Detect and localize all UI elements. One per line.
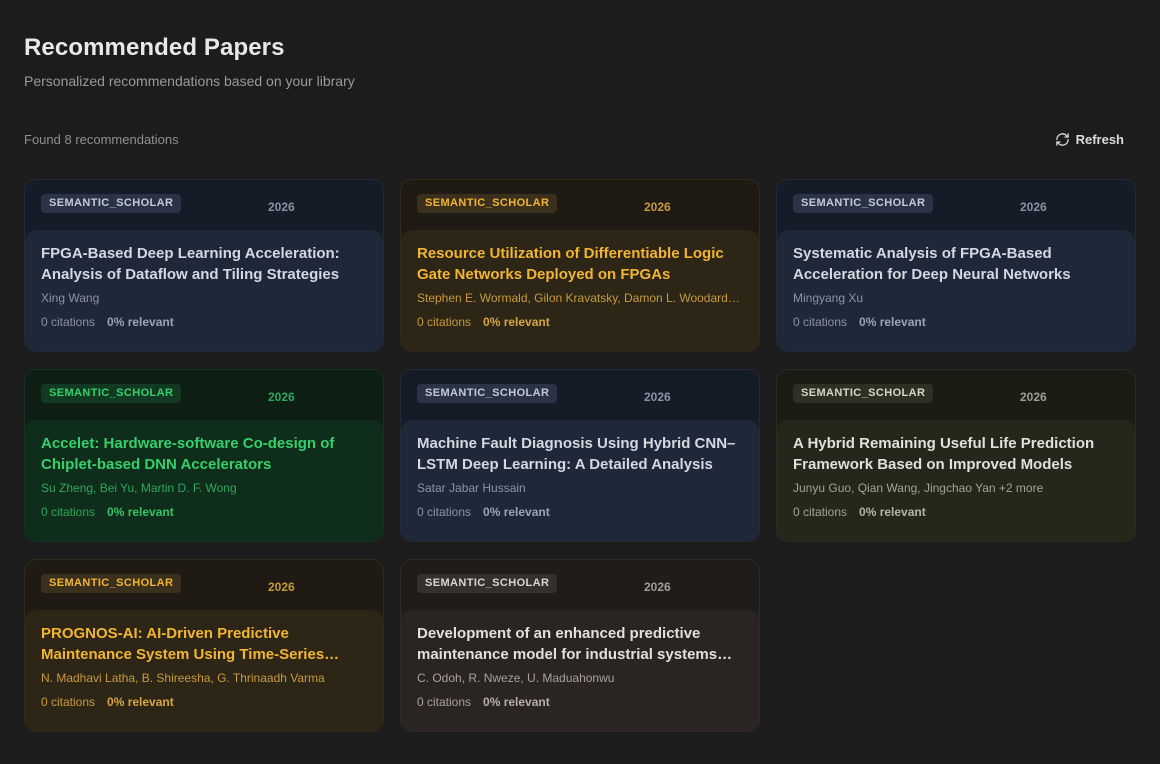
citation-count: 0 citations bbox=[41, 315, 96, 329]
paper-card[interactable]: SEMANTIC_SCHOLAR 2026 Systematic Analysi… bbox=[776, 179, 1136, 352]
paper-authors: Mingyang Xu bbox=[793, 291, 864, 305]
paper-title[interactable]: FPGA-Based Deep Learning Acceleration: A… bbox=[41, 243, 367, 285]
source-badge: SEMANTIC_SCHOLAR bbox=[41, 194, 182, 213]
results-count: Found 8 recommendations bbox=[24, 132, 179, 147]
relevance-score: 0% relevant bbox=[859, 505, 926, 519]
paper-year: 2026 bbox=[268, 200, 295, 214]
card-body: Accelet: Hardware-software Co-design of … bbox=[25, 420, 383, 541]
relevance-score: 0% relevant bbox=[483, 315, 550, 329]
paper-card[interactable]: SEMANTIC_SCHOLAR 2026 Accelet: Hardware-… bbox=[24, 369, 384, 542]
source-badge: SEMANTIC_SCHOLAR bbox=[793, 384, 934, 403]
card-body: PROGNOS-AI: AI-Driven Predictive Mainten… bbox=[25, 610, 383, 731]
paper-title[interactable]: Machine Fault Diagnosis Using Hybrid CNN… bbox=[417, 433, 743, 475]
paper-authors: Junyu Guo, Qian Wang, Jingchao Yan +2 mo… bbox=[793, 481, 1044, 495]
paper-year: 2026 bbox=[644, 390, 671, 404]
card-body: Machine Fault Diagnosis Using Hybrid CNN… bbox=[401, 420, 759, 541]
paper-year: 2026 bbox=[644, 200, 671, 214]
paper-card[interactable]: SEMANTIC_SCHOLAR 2026 Resource Utilizati… bbox=[400, 179, 760, 352]
paper-year: 2026 bbox=[1020, 390, 1047, 404]
source-badge: SEMANTIC_SCHOLAR bbox=[793, 194, 934, 213]
relevance-score: 0% relevant bbox=[859, 315, 926, 329]
card-body: FPGA-Based Deep Learning Acceleration: A… bbox=[25, 230, 383, 351]
paper-authors: C. Odoh, R. Nweze, U. Maduahonwu bbox=[417, 671, 615, 685]
paper-year: 2026 bbox=[1020, 200, 1047, 214]
paper-title[interactable]: Resource Utilization of Differentiable L… bbox=[417, 243, 743, 285]
paper-authors: Su Zheng, Bei Yu, Martin D. F. Wong bbox=[41, 481, 237, 495]
recommendations-page: Recommended Papers Personalized recommen… bbox=[0, 0, 1160, 764]
source-badge: SEMANTIC_SCHOLAR bbox=[41, 384, 182, 403]
card-header: SEMANTIC_SCHOLAR 2026 bbox=[25, 180, 383, 232]
relevance-score: 0% relevant bbox=[107, 695, 174, 709]
citation-count: 0 citations bbox=[793, 315, 848, 329]
paper-authors: Satar Jabar Hussain bbox=[417, 481, 526, 495]
paper-meta: 0 citations 0% relevant bbox=[793, 505, 1119, 519]
paper-meta: 0 citations 0% relevant bbox=[793, 315, 1119, 329]
paper-title[interactable]: PROGNOS-AI: AI-Driven Predictive Mainten… bbox=[41, 623, 367, 665]
relevance-score: 0% relevant bbox=[483, 505, 550, 519]
paper-card[interactable]: SEMANTIC_SCHOLAR 2026 FPGA-Based Deep Le… bbox=[24, 179, 384, 352]
relevance-score: 0% relevant bbox=[107, 505, 174, 519]
paper-meta: 0 citations 0% relevant bbox=[417, 695, 743, 709]
paper-title[interactable]: Development of an enhanced predictive ma… bbox=[417, 623, 743, 665]
source-badge: SEMANTIC_SCHOLAR bbox=[417, 574, 558, 593]
paper-meta: 0 citations 0% relevant bbox=[417, 505, 743, 519]
paper-title[interactable]: Systematic Analysis of FPGA-Based Accele… bbox=[793, 243, 1119, 285]
relevance-score: 0% relevant bbox=[107, 315, 174, 329]
paper-authors: Xing Wang bbox=[41, 291, 100, 305]
source-badge: SEMANTIC_SCHOLAR bbox=[417, 384, 558, 403]
page-title: Recommended Papers bbox=[24, 34, 285, 61]
card-header: SEMANTIC_SCHOLAR 2026 bbox=[401, 180, 759, 232]
card-header: SEMANTIC_SCHOLAR 2026 bbox=[25, 370, 383, 422]
refresh-button[interactable]: Refresh bbox=[1055, 130, 1124, 148]
card-body: Resource Utilization of Differentiable L… bbox=[401, 230, 759, 351]
relevance-score: 0% relevant bbox=[483, 695, 550, 709]
citation-count: 0 citations bbox=[417, 315, 472, 329]
citation-count: 0 citations bbox=[41, 695, 96, 709]
paper-meta: 0 citations 0% relevant bbox=[41, 505, 367, 519]
refresh-icon bbox=[1055, 132, 1070, 147]
paper-authors: Stephen E. Wormald, Gilon Kravatsky, Dam… bbox=[417, 291, 743, 305]
card-header: SEMANTIC_SCHOLAR 2026 bbox=[401, 560, 759, 612]
paper-year: 2026 bbox=[268, 580, 295, 594]
source-badge: SEMANTIC_SCHOLAR bbox=[417, 194, 558, 213]
card-header: SEMANTIC_SCHOLAR 2026 bbox=[777, 370, 1135, 422]
citation-count: 0 citations bbox=[417, 695, 472, 709]
card-header: SEMANTIC_SCHOLAR 2026 bbox=[25, 560, 383, 612]
paper-card[interactable]: SEMANTIC_SCHOLAR 2026 PROGNOS-AI: AI-Dri… bbox=[24, 559, 384, 732]
paper-title[interactable]: A Hybrid Remaining Useful Life Predictio… bbox=[793, 433, 1119, 475]
paper-authors: N. Madhavi Latha, B. Shireesha, G. Thrin… bbox=[41, 671, 325, 685]
page-subtitle: Personalized recommendations based on yo… bbox=[24, 73, 355, 89]
refresh-label: Refresh bbox=[1075, 131, 1124, 147]
card-body: A Hybrid Remaining Useful Life Predictio… bbox=[777, 420, 1135, 541]
card-header: SEMANTIC_SCHOLAR 2026 bbox=[777, 180, 1135, 232]
citation-count: 0 citations bbox=[417, 505, 472, 519]
paper-card[interactable]: SEMANTIC_SCHOLAR 2026 Development of an … bbox=[400, 559, 760, 732]
card-body: Development of an enhanced predictive ma… bbox=[401, 610, 759, 731]
paper-meta: 0 citations 0% relevant bbox=[417, 315, 743, 329]
card-body: Systematic Analysis of FPGA-Based Accele… bbox=[777, 230, 1135, 351]
card-header: SEMANTIC_SCHOLAR 2026 bbox=[401, 370, 759, 422]
paper-meta: 0 citations 0% relevant bbox=[41, 315, 367, 329]
paper-year: 2026 bbox=[268, 390, 295, 404]
source-badge: SEMANTIC_SCHOLAR bbox=[41, 574, 182, 593]
paper-meta: 0 citations 0% relevant bbox=[41, 695, 367, 709]
citation-count: 0 citations bbox=[41, 505, 96, 519]
paper-year: 2026 bbox=[644, 580, 671, 594]
citation-count: 0 citations bbox=[793, 505, 848, 519]
paper-grid: SEMANTIC_SCHOLAR 2026 FPGA-Based Deep Le… bbox=[24, 179, 1136, 732]
paper-card[interactable]: SEMANTIC_SCHOLAR 2026 Machine Fault Diag… bbox=[400, 369, 760, 542]
paper-card[interactable]: SEMANTIC_SCHOLAR 2026 A Hybrid Remaining… bbox=[776, 369, 1136, 542]
paper-title[interactable]: Accelet: Hardware-software Co-design of … bbox=[41, 433, 367, 475]
